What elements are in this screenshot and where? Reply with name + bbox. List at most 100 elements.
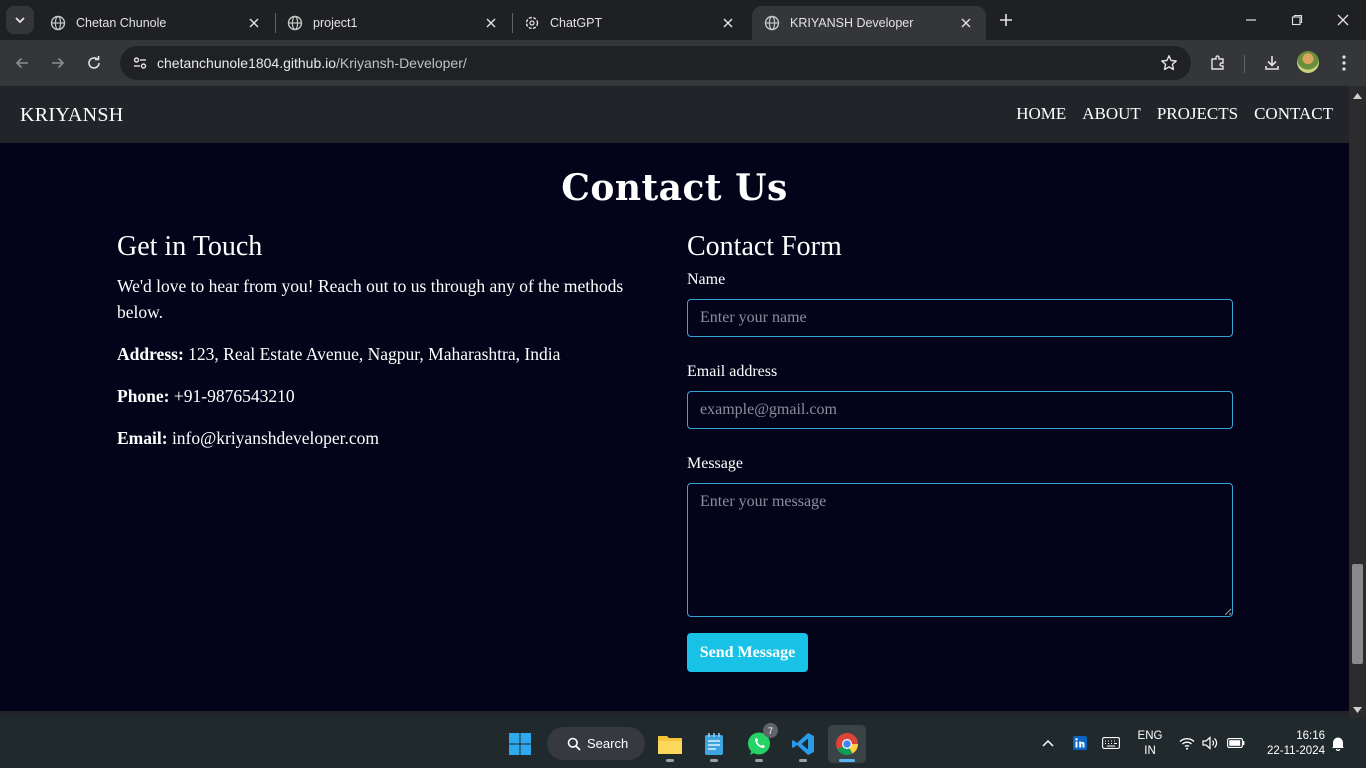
email-value: info@kriyanshdeveloper.com	[167, 428, 380, 448]
close-tab-icon[interactable]	[483, 15, 499, 31]
show-hidden-icons-chevron-icon[interactable]	[1037, 732, 1059, 754]
phone-label: Phone:	[117, 386, 170, 406]
close-icon	[1337, 14, 1349, 26]
taskbar-search[interactable]: Search	[547, 727, 645, 760]
taskbar-search-label: Search	[587, 736, 629, 751]
vscode-icon	[792, 733, 814, 755]
arrow-right-icon	[52, 57, 65, 69]
wifi-icon[interactable]	[1176, 732, 1198, 754]
site-brand[interactable]: KRIYANSH	[20, 104, 124, 127]
globe-icon	[764, 15, 780, 31]
profile-avatar[interactable]	[1297, 51, 1319, 73]
back-button[interactable]	[8, 49, 36, 77]
close-window-button[interactable]	[1331, 8, 1355, 32]
globe-icon	[50, 15, 66, 31]
taskbar-whatsapp[interactable]: 7	[740, 723, 778, 763]
message-label: Message	[687, 455, 743, 472]
site-settings-icon[interactable]	[128, 51, 152, 75]
arrow-left-icon	[15, 57, 28, 69]
browser-tab[interactable]: Chetan Chunole	[38, 6, 274, 40]
tab-title: ChatGPT	[550, 16, 603, 30]
tab-title: Chetan Chunole	[76, 16, 167, 30]
forward-button[interactable]	[44, 49, 72, 77]
address-bar[interactable]: chetanchunole1804.github.io/Kriyansh-Dev…	[120, 46, 1191, 80]
region-code: IN	[1144, 745, 1156, 757]
notepad-icon	[705, 733, 723, 755]
nav-link-about[interactable]: ABOUT	[1082, 104, 1141, 124]
windows-logo-icon	[509, 733, 531, 755]
system-clock[interactable]: 16:16 22-11-2024	[1255, 729, 1325, 759]
tab-search-button[interactable]	[6, 6, 34, 34]
scroll-down-arrow-icon[interactable]	[1353, 705, 1362, 714]
folder-icon	[658, 736, 682, 754]
phone-value: +91-9876543210	[169, 386, 295, 406]
email-label: Email address	[687, 363, 778, 380]
email-line: Email: info@kriyanshdeveloper.com	[117, 425, 647, 451]
name-label: Name	[687, 271, 726, 288]
clock-date: 22-11-2024	[1267, 745, 1325, 757]
name-input[interactable]	[687, 299, 1233, 337]
address-line: Address: 123, Real Estate Avenue, Nagpur…	[117, 341, 647, 367]
more-menu-icon[interactable]	[1332, 51, 1356, 75]
url-host: chetanchunole1804.github.io	[157, 55, 337, 71]
email-input[interactable]	[687, 391, 1233, 429]
volume-icon[interactable]	[1199, 732, 1221, 754]
contact-section: Contact Us Get in Touch We'd love to hea…	[0, 143, 1349, 711]
url-path: /Kriyansh-Developer/	[336, 55, 467, 71]
extensions-icon[interactable]	[1206, 51, 1230, 75]
nav-link-home[interactable]: HOME	[1016, 104, 1066, 124]
notification-badge: 7	[763, 723, 778, 738]
get-in-touch-column: Get in Touch We'd love to hear from you!…	[117, 231, 647, 467]
plus-icon	[1000, 14, 1012, 26]
new-tab-button[interactable]	[994, 8, 1018, 32]
address-value: 123, Real Estate Avenue, Nagpur, Maharas…	[183, 344, 561, 364]
running-indicator	[755, 759, 763, 762]
running-indicator	[666, 759, 674, 762]
chatgpt-icon	[524, 15, 540, 31]
battery-icon[interactable]	[1225, 732, 1247, 754]
taskbar-chrome[interactable]	[828, 725, 866, 763]
keyboard-icon[interactable]	[1100, 732, 1122, 754]
reload-button[interactable]	[80, 49, 108, 77]
scroll-up-arrow-icon[interactable]	[1353, 91, 1362, 100]
url-text[interactable]: chetanchunole1804.github.io/Kriyansh-Dev…	[157, 55, 467, 71]
browser-tab[interactable]: project1	[275, 6, 511, 40]
browser-tab-active[interactable]: KRIYANSH Developer	[752, 6, 986, 40]
running-indicator	[799, 759, 807, 762]
close-tab-icon[interactable]	[720, 15, 736, 31]
search-icon	[567, 737, 581, 751]
chevron-down-icon	[15, 17, 25, 24]
nav-link-projects[interactable]: PROJECTS	[1157, 104, 1238, 124]
globe-icon	[287, 15, 303, 31]
taskbar-file-explorer[interactable]	[651, 725, 689, 763]
start-button[interactable]	[501, 725, 539, 763]
contact-form-heading: Contact Form	[687, 231, 842, 262]
address-label: Address:	[117, 344, 184, 364]
close-tab-icon[interactable]	[246, 15, 262, 31]
notification-bell-icon[interactable]	[1327, 732, 1349, 754]
message-textarea[interactable]	[687, 483, 1233, 617]
browser-tab[interactable]: ChatGPT	[512, 6, 748, 40]
language-code: ENG	[1137, 730, 1163, 742]
bookmark-star-icon[interactable]	[1159, 53, 1179, 73]
running-indicator	[710, 759, 718, 762]
language-indicator[interactable]: ENG IN	[1136, 729, 1164, 759]
restore-button[interactable]	[1285, 8, 1309, 32]
send-message-button[interactable]: Send Message	[687, 633, 808, 672]
linkedin-tray-icon[interactable]	[1069, 732, 1091, 754]
browser-toolbar: chetanchunole1804.github.io/Kriyansh-Dev…	[0, 40, 1366, 86]
page-scrollbar[interactable]	[1349, 86, 1366, 718]
download-icon[interactable]	[1260, 51, 1284, 75]
minimize-button[interactable]	[1239, 8, 1263, 32]
nav-links: HOME ABOUT PROJECTS CONTACT	[1016, 104, 1333, 124]
get-in-touch-heading: Get in Touch	[117, 231, 263, 262]
running-indicator	[839, 759, 855, 762]
scroll-thumb[interactable]	[1352, 564, 1363, 664]
nav-link-contact[interactable]: CONTACT	[1254, 104, 1333, 124]
taskbar-notepad[interactable]	[695, 725, 733, 763]
close-tab-icon[interactable]	[958, 15, 974, 31]
tab-title: KRIYANSH Developer	[790, 16, 914, 30]
taskbar-vscode[interactable]	[784, 725, 822, 763]
toolbar-divider	[1244, 55, 1245, 73]
site-navbar: KRIYANSH HOME ABOUT PROJECTS CONTACT	[0, 86, 1349, 143]
